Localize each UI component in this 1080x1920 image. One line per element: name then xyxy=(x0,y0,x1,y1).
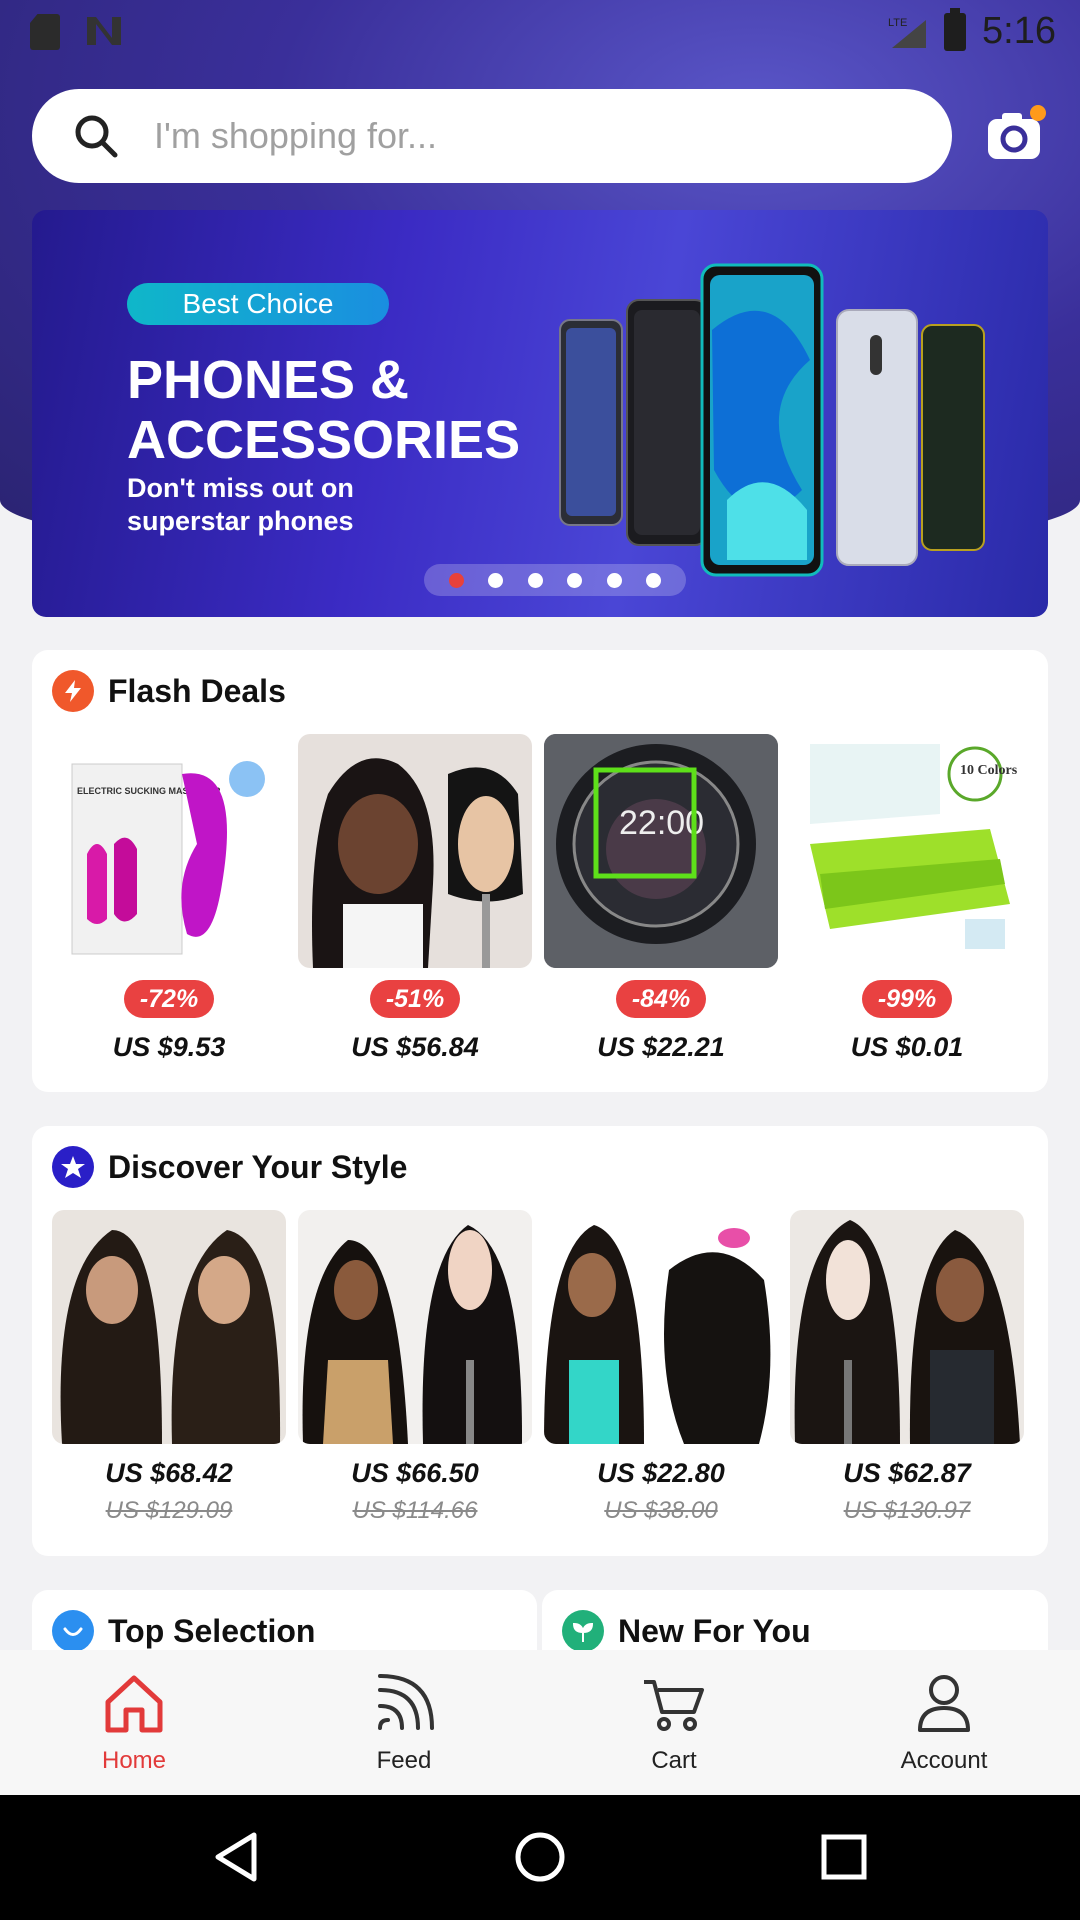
product-card[interactable]: US $68.42 US $129.09 xyxy=(52,1210,286,1525)
product-price: US $62.87 xyxy=(843,1458,971,1488)
section-title: Top Selection xyxy=(108,1612,316,1649)
product-card[interactable]: ELECTRIC SUCKING MASSAGER -72% US $9.53 xyxy=(52,734,286,1063)
discount-badge: -72% xyxy=(124,980,214,1018)
smile-icon xyxy=(52,1610,94,1652)
discount-badge: -51% xyxy=(370,980,460,1018)
account-icon xyxy=(918,1675,970,1732)
sd-card-icon xyxy=(30,14,60,50)
section-title: Flash Deals xyxy=(108,672,286,709)
feed-icon xyxy=(378,1674,434,1730)
original-price: US $38.00 xyxy=(604,1497,718,1524)
nav-label: Home xyxy=(101,1747,167,1774)
nav-label: Feed xyxy=(376,1747,432,1774)
discover-style-card: Discover Your Style US $68.42 US $129.09 xyxy=(32,1126,1048,1556)
product-image: 10 Colors xyxy=(790,734,1024,968)
status-bar: LTE 5:16 xyxy=(0,0,1080,64)
banner-subtitle: Don't miss out on superstar phones xyxy=(127,473,354,536)
product-price: US $68.42 xyxy=(105,1458,233,1488)
battery-icon xyxy=(944,7,967,51)
product-card[interactable]: 22:00 -84% US $22.21 xyxy=(544,734,778,1063)
carousel-dot[interactable] xyxy=(646,572,662,588)
svg-text:22:00: 22:00 xyxy=(619,804,704,842)
banner-headline: PHONES & ACCESSORIES xyxy=(127,350,521,470)
product-card[interactable]: -51% US $56.84 xyxy=(298,734,532,1063)
original-price: US $114.66 xyxy=(352,1497,478,1524)
product-price: US $66.50 xyxy=(351,1458,479,1488)
carousel-dot[interactable] xyxy=(606,572,622,588)
sprout-icon xyxy=(562,1610,604,1652)
carousel-dot[interactable] xyxy=(448,572,464,588)
star-icon xyxy=(52,1146,94,1188)
home-circle-icon[interactable] xyxy=(514,1831,566,1883)
lte-signal-icon: LTE xyxy=(888,17,927,48)
svg-text:LTE: LTE xyxy=(888,17,907,29)
product-price: US $22.80 xyxy=(597,1458,725,1488)
nav-cart[interactable]: Cart xyxy=(574,1672,774,1775)
clock: 5:16 xyxy=(982,10,1056,52)
product-image: 22:00 xyxy=(544,734,778,968)
cart-icon xyxy=(644,1680,704,1731)
product-price: US $0.01 xyxy=(850,1032,964,1062)
nav-label: Cart xyxy=(651,1747,697,1774)
product-image xyxy=(298,1210,532,1444)
flash-deals-card: Flash Deals ELECTRIC SUCKING MASSAGER -7… xyxy=(32,650,1048,1092)
top-selection-header: Top Selection xyxy=(52,1610,315,1652)
recents-icon[interactable] xyxy=(820,1833,868,1881)
nav-feed[interactable]: Feed xyxy=(304,1672,504,1775)
notification-n-icon xyxy=(87,17,121,45)
discount-badge: -84% xyxy=(616,980,706,1018)
product-card[interactable]: 10 Colors -99% US $0.01 xyxy=(790,734,1024,1063)
search-bar[interactable] xyxy=(32,89,952,183)
carousel-indicator[interactable] xyxy=(424,564,686,596)
nav-account[interactable]: Account xyxy=(844,1672,1044,1775)
product-price: US $56.84 xyxy=(351,1032,479,1062)
original-price: US $129.09 xyxy=(105,1497,233,1524)
section-title: New For You xyxy=(618,1612,811,1649)
home-icon xyxy=(105,1675,163,1733)
system-navigation-bar xyxy=(0,1795,1080,1920)
promo-banner[interactable]: Best Choice PHONES & ACCESSORIES Don't m… xyxy=(32,210,1048,617)
banner-pill: Best Choice xyxy=(127,283,389,325)
product-image xyxy=(790,1210,1024,1444)
phones-image xyxy=(559,263,985,577)
original-price: US $130.97 xyxy=(843,1497,971,1524)
back-icon[interactable] xyxy=(212,1831,260,1883)
new-for-you-header: New For You xyxy=(562,1610,811,1652)
product-price: US $22.21 xyxy=(597,1032,725,1062)
nav-home[interactable]: Home xyxy=(34,1672,234,1775)
flash-deals-header[interactable]: Flash Deals xyxy=(52,670,286,712)
product-image: ELECTRIC SUCKING MASSAGER xyxy=(52,734,286,968)
product-price: US $9.53 xyxy=(112,1032,226,1062)
discount-badge: -99% xyxy=(862,980,952,1018)
product-image xyxy=(544,1210,778,1444)
product-card[interactable]: US $22.80 US $38.00 xyxy=(544,1210,778,1525)
camera-search-icon[interactable] xyxy=(985,105,1047,163)
product-image xyxy=(52,1210,286,1444)
section-title: Discover Your Style xyxy=(108,1148,408,1185)
bottom-navigation: Home Feed Cart Account xyxy=(0,1650,1080,1795)
nav-label: Account xyxy=(900,1747,988,1774)
product-image xyxy=(298,734,532,968)
carousel-dot[interactable] xyxy=(527,572,543,588)
search-input[interactable] xyxy=(152,114,916,158)
product-card[interactable]: US $62.87 US $130.97 xyxy=(790,1210,1024,1525)
product-card[interactable]: US $66.50 US $114.66 xyxy=(298,1210,532,1525)
carousel-dot[interactable] xyxy=(488,572,504,588)
discover-style-header[interactable]: Discover Your Style xyxy=(52,1146,407,1188)
search-icon xyxy=(75,115,118,158)
carousel-dot[interactable] xyxy=(567,572,583,588)
lightning-icon xyxy=(52,670,94,712)
svg-text:10 Colors: 10 Colors xyxy=(960,763,1018,778)
